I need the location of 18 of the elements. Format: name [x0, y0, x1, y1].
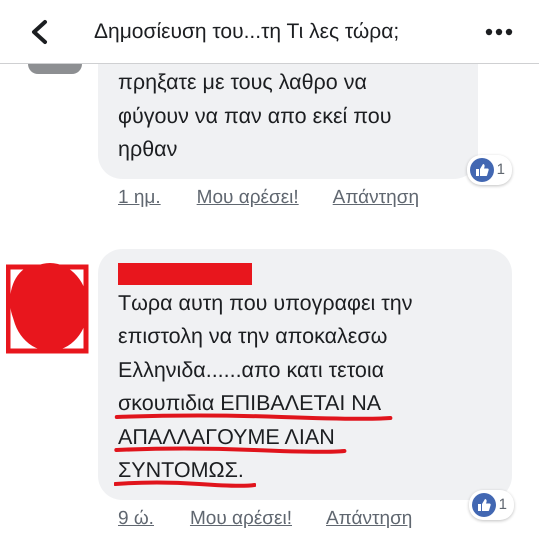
- comment-text: Τωρα αυτη που υπογραφει την επιστολη να την αποκαλεσω Ελληνιδα......απο κατι τετοια σκουπιδια ΕΠΙΒΑΛΕΤΑΙ ΝΑ ΑΠΑΛΛΑΓΟΥΜΕ ΛΙΑΝ ΣΥΝΤΟΜΩΣ.: [118, 286, 488, 488]
- page-title: Δημοσίευση του...τη Τι λες τώρα;: [94, 20, 400, 44]
- reaction-count: 1: [498, 496, 507, 513]
- reaction-badge[interactable]: 1: [468, 490, 514, 520]
- like-link[interactable]: Μου αρέσει!: [190, 508, 292, 530]
- thumbs-up-icon: [472, 492, 496, 516]
- thumbs-up-icon: [470, 158, 494, 182]
- reply-link[interactable]: Απάντηση: [332, 186, 420, 208]
- timestamp-link[interactable]: 9 ώ.: [118, 508, 154, 530]
- avatar[interactable]: [28, 64, 82, 74]
- more-icon[interactable]: [485, 28, 513, 36]
- like-link[interactable]: Μου αρέσει!: [196, 186, 299, 208]
- reaction-count: 1: [496, 161, 505, 178]
- comment-text: πρηξατε με τους λαθρο να φύγουν να παν απο εκεί που ηρθαν: [118, 69, 393, 163]
- reply-link[interactable]: Απάντηση: [326, 508, 412, 530]
- timestamp-link[interactable]: 1 ημ.: [118, 186, 161, 208]
- reaction-badge[interactable]: 1: [466, 154, 512, 184]
- back-icon[interactable]: [30, 18, 48, 44]
